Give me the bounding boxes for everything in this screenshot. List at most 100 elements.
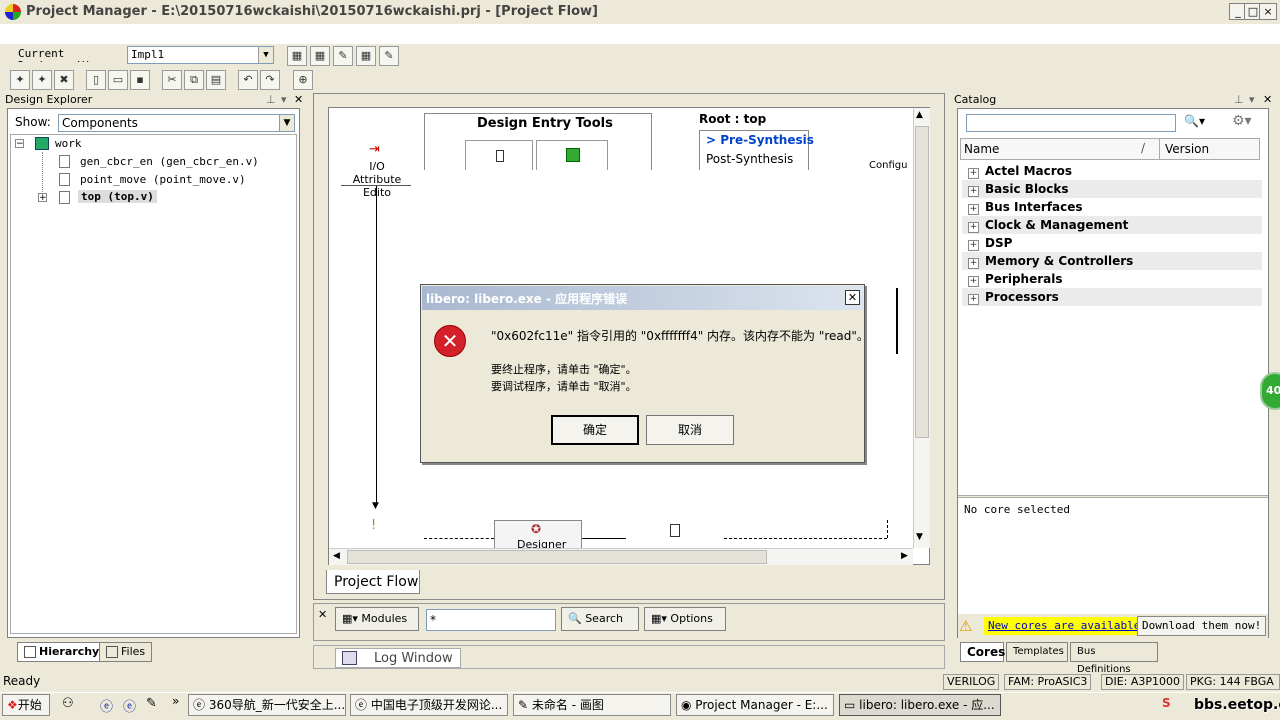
open-folder-icon[interactable]: ▭: [108, 70, 128, 90]
search-icon[interactable]: 🔍▾: [1184, 114, 1205, 128]
watermark: bbs.eetop.cn: [1194, 697, 1280, 713]
copy-icon[interactable]: ⧉: [184, 70, 204, 90]
cut-icon[interactable]: ✂: [162, 70, 182, 90]
catalog-item[interactable]: + Peripherals: [962, 270, 1262, 288]
chevron-right-icon[interactable]: »: [172, 694, 179, 708]
tree-item[interactable]: point_move (point_move.v): [80, 173, 246, 186]
redo-icon[interactable]: ↷: [260, 70, 280, 90]
start-button[interactable]: ❖开始: [2, 694, 50, 716]
tab-templates[interactable]: Templates: [1006, 642, 1068, 662]
catalog-item[interactable]: + Memory & Controllers: [962, 252, 1262, 270]
close-search-icon[interactable]: ✕: [318, 608, 330, 622]
options-button[interactable]: ▦▾ Options: [644, 607, 726, 631]
pin-icon[interactable]: ⊥: [1234, 93, 1244, 106]
dropdown-icon[interactable]: ▾: [1249, 93, 1255, 106]
dropdown-icon[interactable]: ▾: [281, 93, 287, 106]
vertical-scrollbar[interactable]: ▲ ▼: [913, 108, 930, 548]
taskbar-item[interactable]: ⓔ 360导航_新一代安全上...: [188, 694, 346, 716]
collapse-icon[interactable]: −: [15, 139, 24, 149]
tab-bus-definitions[interactable]: Bus Definitions: [1070, 642, 1158, 675]
ie-icon[interactable]: ⓔ: [100, 696, 113, 715]
tree-item[interactable]: gen_cbcr_en (gen_cbcr_en.v): [80, 155, 259, 168]
chevron-down-icon[interactable]: ▼: [258, 47, 273, 63]
tab-files[interactable]: Files: [99, 642, 153, 662]
catalog-item[interactable]: + Bus Interfaces: [962, 198, 1262, 216]
tab-hierarchy[interactable]: Hierarchy: [17, 642, 107, 662]
catalog-item[interactable]: + Clock & Management: [962, 216, 1262, 234]
app-icon: [5, 4, 21, 20]
taskbar-item[interactable]: ◉ Project Manager - E:...: [676, 694, 834, 716]
tree-item-work[interactable]: work: [55, 137, 82, 150]
catalog-title: Catalog: [954, 93, 997, 106]
search-input[interactable]: *: [426, 609, 556, 631]
expand-icon[interactable]: +: [968, 186, 979, 197]
editor-icon[interactable]: ✎: [146, 696, 157, 711]
catalog-item[interactable]: + Actel Macros: [962, 162, 1262, 180]
catalog-item[interactable]: + Basic Blocks: [962, 180, 1262, 198]
catalog-search-input[interactable]: [966, 114, 1176, 132]
new-cores-link[interactable]: New cores are available: [984, 617, 1145, 635]
pin-icon[interactable]: ⊥: [266, 93, 276, 106]
expand-icon[interactable]: +: [38, 193, 47, 203]
cancel-button[interactable]: 取消: [646, 415, 734, 445]
catalog-item[interactable]: + DSP: [962, 234, 1262, 252]
undo-icon[interactable]: ↶: [238, 70, 258, 90]
close-pane-icon[interactable]: ✕: [1263, 93, 1272, 106]
download-button[interactable]: Download them now!: [1137, 616, 1267, 636]
col-version[interactable]: Version: [1165, 142, 1209, 156]
scroll-left-icon[interactable]: ◀: [333, 551, 340, 561]
expand-icon[interactable]: +: [968, 294, 979, 305]
scroll-up-icon[interactable]: ▲: [916, 110, 923, 120]
scroll-right-icon[interactable]: ▶: [901, 551, 908, 561]
show-select[interactable]: Components ▼: [58, 114, 295, 132]
col-name[interactable]: Name: [964, 142, 999, 156]
floating-badge[interactable]: 40: [1260, 372, 1280, 410]
modules-button[interactable]: ▦▾ Modules: [335, 607, 419, 631]
tree-item-top[interactable]: top (top.v): [78, 190, 157, 203]
new-file-icon[interactable]: ▯: [86, 70, 106, 90]
error-message-line3: 要调试程序，请单击 "取消"。: [491, 380, 637, 393]
close-button[interactable]: ×: [1259, 3, 1277, 20]
close-icon[interactable]: ✕: [845, 290, 860, 305]
paste-icon[interactable]: ▤: [206, 70, 226, 90]
tool-icon-3[interactable]: ✎: [333, 46, 353, 66]
expand-icon[interactable]: +: [968, 204, 979, 215]
pre-synthesis-option[interactable]: > Pre-Synthesis: [706, 133, 814, 147]
quicklaunch-icon[interactable]: ⚇: [62, 696, 74, 711]
horizontal-scrollbar[interactable]: ◀ ▶: [329, 548, 913, 565]
target-icon[interactable]: ⊕: [293, 70, 313, 90]
tool-icon-4[interactable]: ▦: [356, 46, 376, 66]
designer-view-select[interactable]: Impl1 ▼: [127, 46, 274, 64]
save-icon[interactable]: ▪: [130, 70, 150, 90]
open-project-icon[interactable]: ✦: [32, 70, 52, 90]
sort-icon[interactable]: /: [1141, 141, 1145, 155]
expand-icon[interactable]: +: [968, 276, 979, 287]
gear-icon[interactable]: ⚙▾: [1232, 113, 1252, 129]
taskbar-item[interactable]: ✎ 未命名 - 画图: [513, 694, 671, 716]
new-project-icon[interactable]: ✦: [10, 70, 30, 90]
ok-button[interactable]: 确定: [551, 415, 639, 445]
taskbar-item-active[interactable]: ▭ libero: libero.exe - 应...: [839, 694, 1001, 716]
catalog-item[interactable]: + Processors: [962, 288, 1262, 306]
tray-icon[interactable]: S: [1162, 696, 1171, 710]
tool-icon-2[interactable]: ▦: [310, 46, 330, 66]
expand-icon[interactable]: +: [968, 258, 979, 269]
browser-icon[interactable]: ⓔ: [123, 696, 136, 715]
tab-cores[interactable]: Cores: [960, 642, 1005, 662]
scrollbar-thumb[interactable]: [915, 126, 929, 438]
tool-icon-5[interactable]: ✎: [379, 46, 399, 66]
close-project-icon[interactable]: ✖: [54, 70, 74, 90]
expand-icon[interactable]: +: [968, 168, 979, 179]
close-pane-icon[interactable]: ✕: [294, 93, 303, 106]
taskbar-item[interactable]: ⓔ 中国电子顶级开发网论...: [350, 694, 508, 716]
scroll-down-icon[interactable]: ▼: [916, 532, 923, 542]
expand-icon[interactable]: +: [968, 240, 979, 251]
chevron-down-icon[interactable]: ▼: [279, 115, 294, 131]
scrollbar-thumb[interactable]: [347, 550, 767, 564]
tab-project-flow[interactable]: Project Flow: [326, 570, 420, 594]
splitter[interactable]: [958, 495, 1268, 498]
tool-icon-1[interactable]: ▦: [287, 46, 307, 66]
expand-icon[interactable]: +: [968, 222, 979, 233]
post-synthesis-option[interactable]: Post-Synthesis: [706, 152, 793, 166]
search-button[interactable]: 🔍 Search: [561, 607, 639, 631]
